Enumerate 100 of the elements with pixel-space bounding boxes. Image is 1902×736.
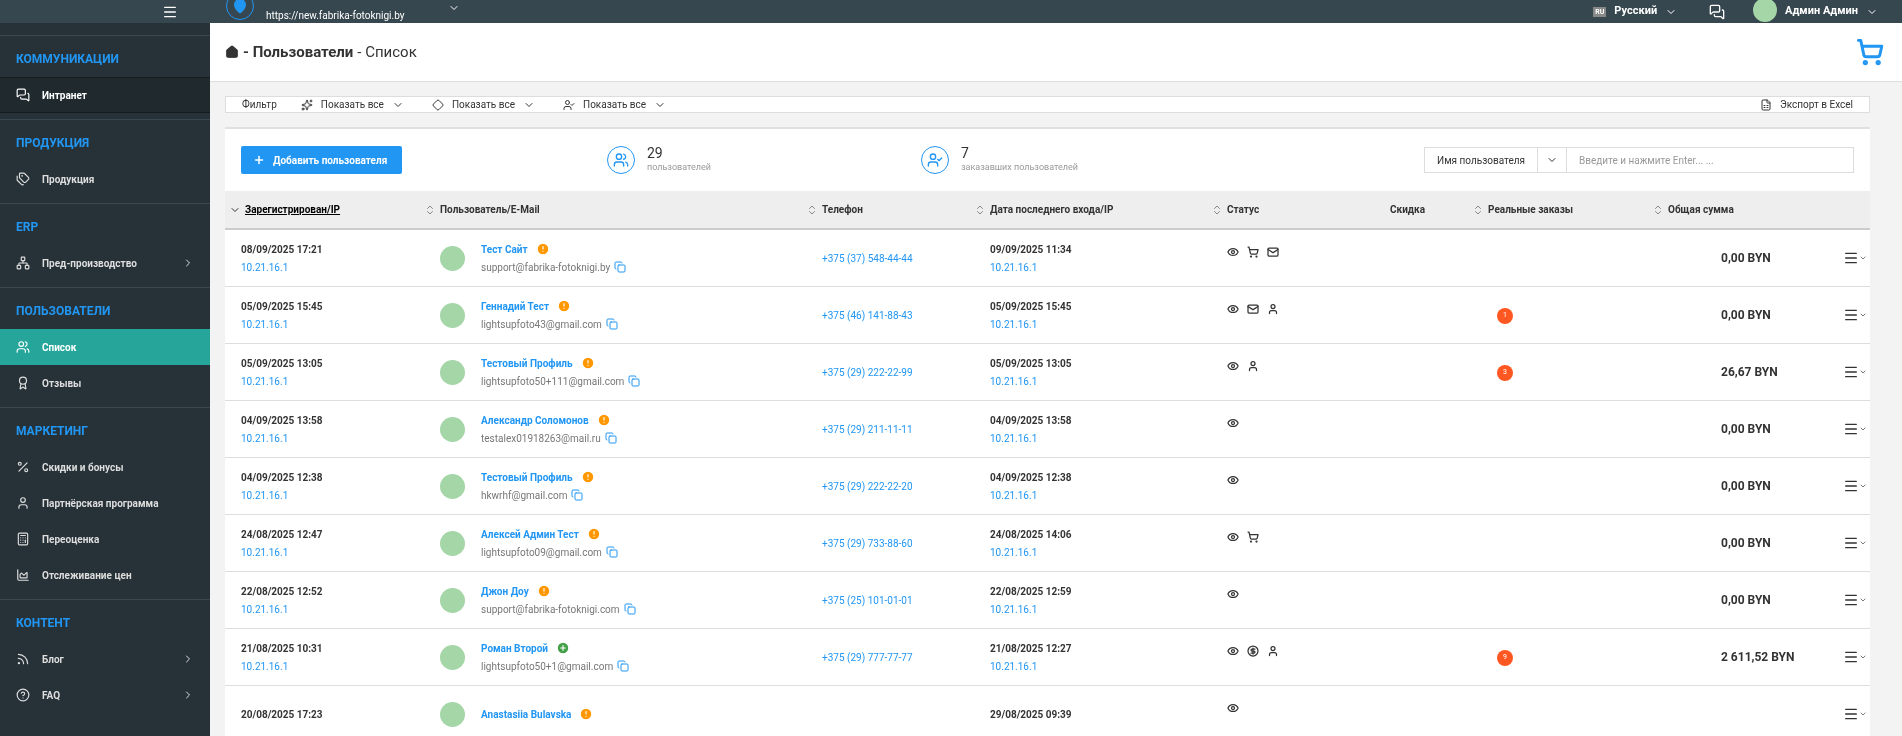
sort-icon[interactable] xyxy=(424,203,436,216)
sidebar-item-label: FAQ xyxy=(42,688,61,703)
user-name-link[interactable]: Алексей Админ Тест xyxy=(481,526,579,542)
user-name-link[interactable]: Роман Второй xyxy=(481,640,548,656)
user-avatar[interactable] xyxy=(1753,0,1778,22)
column-header[interactable]: Телефон xyxy=(822,202,863,217)
user-name-link[interactable]: Тестовый Профиль xyxy=(481,355,573,371)
sidebar-item[interactable]: Отслеживание цен xyxy=(0,557,210,593)
sidebar-item[interactable]: Блог xyxy=(0,641,210,677)
search-field[interactable]: Введите и нажмите Enter... ... xyxy=(1567,147,1854,173)
column-header[interactable]: Реальные заказы xyxy=(1488,202,1574,217)
row-menu-icon[interactable] xyxy=(1843,307,1867,323)
phone-link[interactable]: +375 (29) 777-77-77 xyxy=(822,649,990,665)
search-field-select[interactable]: Имя пользователя xyxy=(1424,147,1538,173)
filter-dropdown[interactable]: Показать все xyxy=(563,97,667,112)
row-menu-icon[interactable] xyxy=(1843,478,1867,494)
user-name-link[interactable]: Тест Сайт xyxy=(481,241,528,257)
ip-link[interactable]: 10.21.16.1 xyxy=(990,601,1227,617)
sort-icon[interactable] xyxy=(1472,203,1484,216)
home-icon[interactable] xyxy=(225,45,239,59)
ip-link[interactable]: 10.21.16.1 xyxy=(241,259,440,275)
phone-link[interactable]: +375 (37) 548-44-44 xyxy=(822,250,990,266)
column-header[interactable]: Дата последнего входа/IP xyxy=(990,202,1114,217)
total-amount: 26,67 BYN xyxy=(1721,364,1779,381)
filter-dropdown[interactable]: Показать все xyxy=(300,97,404,112)
sort-icon[interactable] xyxy=(974,203,986,216)
filter-dropdown[interactable]: Показать все xyxy=(431,97,535,112)
sidebar-item[interactable]: Переоценка xyxy=(0,521,210,557)
user-name-link[interactable]: Джон Доу xyxy=(481,583,529,599)
site-url[interactable]: https://new.fabrika-fotoknigi.by xyxy=(266,8,405,23)
copy-icon[interactable] xyxy=(614,261,627,273)
copy-icon[interactable] xyxy=(604,432,617,444)
breadcrumb: - Список xyxy=(357,41,417,63)
phone-link[interactable]: +375 (46) 141-88-43 xyxy=(822,307,990,323)
breadcrumb[interactable]: - Пользователи xyxy=(243,40,354,64)
sidebar-item[interactable]: Партнёрская программа xyxy=(0,485,210,521)
phone-link[interactable]: +375 (29) 222-22-99 xyxy=(822,364,990,380)
row-menu-icon[interactable] xyxy=(1843,250,1867,266)
copy-icon[interactable] xyxy=(628,375,641,387)
row-menu-icon[interactable] xyxy=(1843,421,1867,437)
registered-date: 05/09/2025 15:45 xyxy=(241,299,324,314)
people-icon xyxy=(16,340,30,354)
ip-link[interactable]: 10.21.16.1 xyxy=(241,658,440,674)
copy-icon[interactable] xyxy=(623,603,636,615)
phone-link[interactable]: +375 (25) 101-01-01 xyxy=(822,592,990,608)
ip-link[interactable]: 10.21.16.1 xyxy=(990,259,1227,275)
copy-icon[interactable] xyxy=(571,489,584,501)
sort-icon[interactable] xyxy=(1652,203,1664,216)
person-icon xyxy=(16,496,30,510)
user-name-link[interactable]: Anastasiia Bulavska xyxy=(481,706,572,722)
sort-icon[interactable] xyxy=(806,203,818,216)
sidebar-item[interactable]: Отзывы xyxy=(0,365,210,401)
stat-label: пользователей xyxy=(647,161,711,175)
user-name[interactable]: Админ Админ xyxy=(1785,3,1858,20)
copy-icon[interactable] xyxy=(617,660,630,672)
registered-date: 24/08/2025 12:47 xyxy=(241,527,324,542)
sidebar-item[interactable]: Скидки и бонусы xyxy=(0,449,210,485)
ip-link[interactable]: 10.21.16.1 xyxy=(990,430,1227,446)
user-name-link[interactable]: Тестовый Профиль xyxy=(481,469,573,485)
sidebar-item[interactable]: FAQ xyxy=(0,677,210,713)
row-menu-icon[interactable] xyxy=(1843,535,1867,551)
ip-link[interactable]: 10.21.16.1 xyxy=(241,316,440,332)
user-email: support@fabrika-fotoknigi.com xyxy=(481,602,620,617)
add-user-button[interactable]: Добавить пользователя xyxy=(241,146,402,174)
row-menu-icon[interactable] xyxy=(1843,592,1867,608)
cart-icon[interactable] xyxy=(1856,38,1884,66)
user-name-link[interactable]: Александр Соломонов xyxy=(481,412,589,428)
ip-link[interactable]: 10.21.16.1 xyxy=(241,430,440,446)
sidebar-item[interactable]: Продукция xyxy=(0,161,210,197)
sidebar-item[interactable]: Список xyxy=(0,329,210,365)
sidebar-item[interactable]: Интранет xyxy=(0,77,210,113)
column-header[interactable]: Статус xyxy=(1227,202,1260,217)
user-name-link[interactable]: Геннадий Тест xyxy=(481,298,550,314)
column-header[interactable]: Зарегистрирован/IP xyxy=(245,202,341,217)
column-header[interactable]: Общая сумма xyxy=(1668,202,1734,217)
copy-icon[interactable] xyxy=(605,546,618,558)
ip-link[interactable]: 10.21.16.1 xyxy=(241,373,440,389)
row-menu-icon[interactable] xyxy=(1843,706,1867,722)
row-menu-icon[interactable] xyxy=(1843,364,1867,380)
user-avatar xyxy=(440,302,465,328)
ip-link[interactable]: 10.21.16.1 xyxy=(241,601,440,617)
sidebar-item[interactable]: Пред-производство xyxy=(0,245,210,281)
language-selector[interactable]: Русский xyxy=(1614,3,1658,20)
copy-icon[interactable] xyxy=(605,318,618,330)
ip-link[interactable]: 10.21.16.1 xyxy=(990,487,1227,503)
ip-link[interactable]: 10.21.16.1 xyxy=(241,487,440,503)
phone-link[interactable]: +375 (29) 222-22-20 xyxy=(822,478,990,494)
ip-link[interactable]: 10.21.16.1 xyxy=(990,373,1227,389)
phone-link[interactable]: +375 (29) 211-11-11 xyxy=(822,421,990,437)
ip-link[interactable]: 10.21.16.1 xyxy=(990,658,1227,674)
ip-link[interactable]: 10.21.16.1 xyxy=(990,316,1227,332)
sort-icon[interactable] xyxy=(1211,203,1223,216)
export-button[interactable]: Экспорт в Excel xyxy=(1760,97,1853,112)
ip-link[interactable]: 10.21.16.1 xyxy=(990,544,1227,560)
chat-icon[interactable] xyxy=(1709,3,1726,20)
phone-link[interactable]: +375 (29) 733-88-60 xyxy=(822,535,990,551)
sidebar-section-title: МАРКЕТИНГ xyxy=(15,423,90,440)
ip-link[interactable]: 10.21.16.1 xyxy=(241,544,440,560)
row-menu-icon[interactable] xyxy=(1843,649,1867,665)
column-header[interactable]: Пользователь/E-Mail xyxy=(440,202,540,217)
